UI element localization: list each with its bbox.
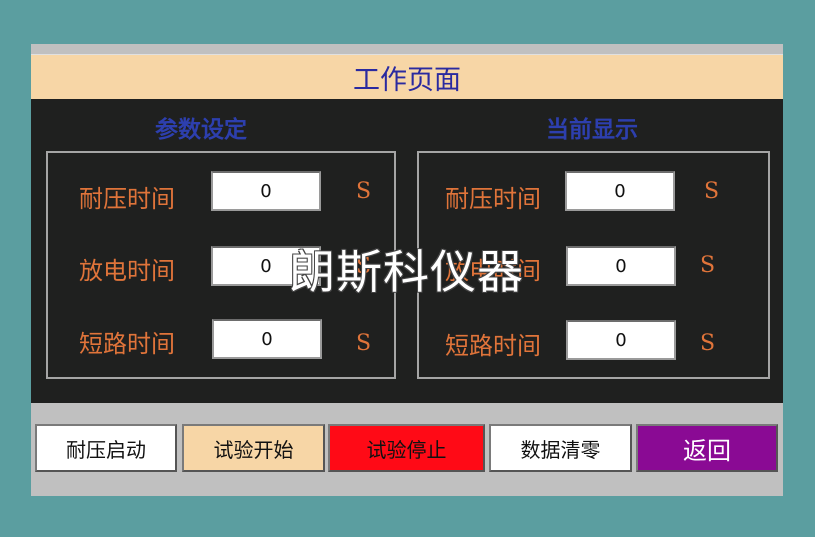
left-withstand-unit: S — [356, 179, 372, 204]
back-button[interactable]: 返回 — [636, 424, 778, 472]
left-withstand-time-label: 耐压时间 — [79, 185, 175, 213]
page-title: 工作页面 — [31, 54, 783, 99]
watermark-text: 朗斯科仪器 — [289, 245, 524, 299]
right-withstand-unit: S — [704, 179, 720, 204]
left-short-circuit-time-label: 短路时间 — [79, 330, 175, 358]
left-discharge-time-label: 放电时间 — [79, 257, 175, 285]
withstand-time-input[interactable]: 0 — [211, 171, 321, 211]
right-discharge-unit: S — [700, 253, 716, 278]
withstand-time-display: 0 — [565, 171, 675, 211]
param-setting-heading: 参数设定 — [155, 116, 247, 143]
withstand-start-button[interactable]: 耐压启动 — [35, 424, 177, 472]
discharge-time-display: 0 — [566, 246, 676, 286]
right-withstand-time-label: 耐压时间 — [445, 185, 541, 213]
data-clear-button[interactable]: 数据清零 — [489, 424, 632, 472]
current-display-heading: 当前显示 — [546, 116, 638, 143]
test-start-button[interactable]: 试验开始 — [182, 424, 325, 472]
right-short-circuit-time-label: 短路时间 — [445, 332, 541, 360]
left-short-circuit-unit: S — [356, 331, 372, 356]
right-short-circuit-unit: S — [700, 331, 716, 356]
short-circuit-time-display: 0 — [566, 320, 676, 360]
short-circuit-time-input[interactable]: 0 — [212, 319, 322, 359]
test-stop-button[interactable]: 试验停止 — [328, 424, 485, 472]
